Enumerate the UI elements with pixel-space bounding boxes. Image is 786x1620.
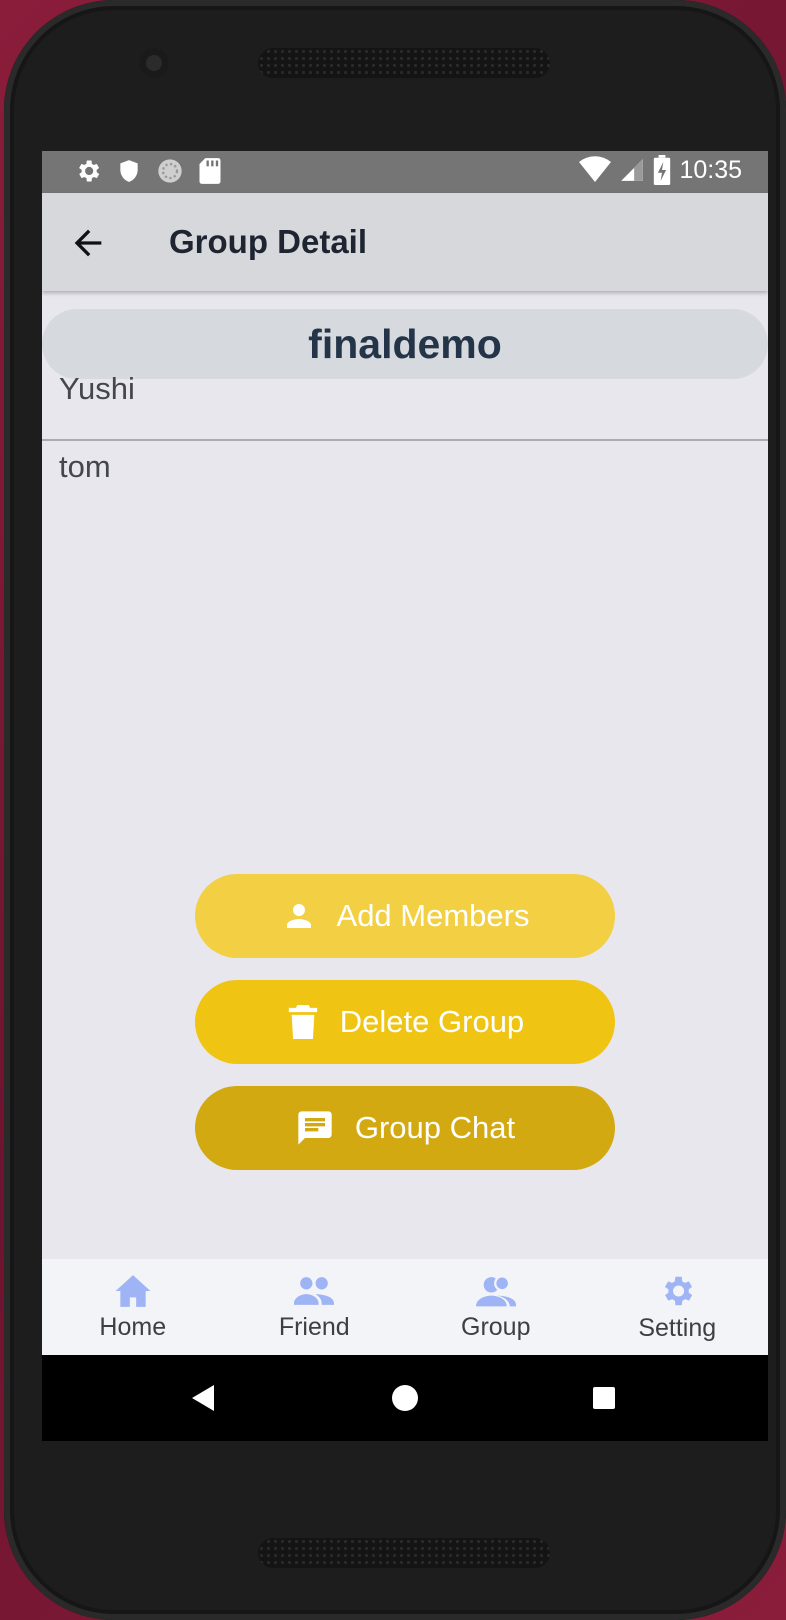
system-nav-bar	[42, 1355, 768, 1441]
chat-icon	[298, 1111, 332, 1145]
people-icon	[294, 1276, 335, 1305]
member-item[interactable]: tom	[59, 449, 111, 485]
add-members-label: Add Members	[336, 898, 530, 933]
status-bar: 10:35	[42, 151, 768, 193]
trash-icon	[288, 1005, 317, 1039]
system-recents-icon[interactable]	[593, 1387, 615, 1409]
nav-label: Group	[461, 1312, 531, 1341]
group-chat-label: Group Chat	[354, 1110, 516, 1145]
back-button[interactable]	[68, 223, 108, 263]
clock: 10:35	[679, 155, 742, 184]
gear-icon	[79, 160, 100, 182]
top-speaker	[258, 48, 550, 78]
add-members-button[interactable]: Add Members	[195, 874, 615, 958]
delete-group-button[interactable]: Delete Group	[195, 980, 615, 1064]
nav-item-setting[interactable]: Setting	[587, 1259, 769, 1355]
member-item[interactable]: Yushi	[59, 371, 135, 407]
system-home-icon[interactable]	[392, 1385, 418, 1411]
battery-charging-icon	[654, 155, 671, 185]
nav-item-friend[interactable]: Friend	[224, 1259, 406, 1355]
delete-group-label: Delete Group	[339, 1004, 525, 1039]
app-bar: Group Detail	[42, 193, 768, 291]
sync-icon	[158, 159, 182, 183]
home-icon	[115, 1274, 151, 1307]
group-chat-button[interactable]: Group Chat	[195, 1086, 615, 1170]
nav-label: Home	[99, 1312, 167, 1341]
screen: 10:35 Group Detail finaldemo Yushi tom A…	[42, 151, 768, 1441]
member-divider	[42, 439, 768, 441]
phone-frame: 10:35 Group Detail finaldemo Yushi tom A…	[4, 0, 786, 1620]
group-icon	[475, 1274, 516, 1306]
system-back-icon[interactable]	[192, 1385, 216, 1411]
signal-icon	[621, 159, 644, 181]
sd-card-icon	[199, 158, 221, 184]
group-name: finaldemo	[42, 309, 768, 379]
gear-icon	[665, 1276, 693, 1305]
bottom-speaker	[258, 1538, 550, 1568]
nav-label: Friend	[278, 1312, 350, 1341]
person-icon	[286, 904, 311, 928]
front-camera	[139, 48, 169, 78]
shield-icon	[120, 160, 138, 182]
nav-label: Setting	[638, 1313, 717, 1342]
nav-item-group[interactable]: Group	[405, 1259, 587, 1355]
arrow-left-icon	[74, 229, 102, 257]
nav-item-home[interactable]: Home	[42, 1259, 224, 1355]
wifi-icon	[579, 156, 612, 182]
bottom-nav: Home Friend Group Setting	[42, 1259, 768, 1355]
page-title: Group Detail	[169, 223, 368, 260]
